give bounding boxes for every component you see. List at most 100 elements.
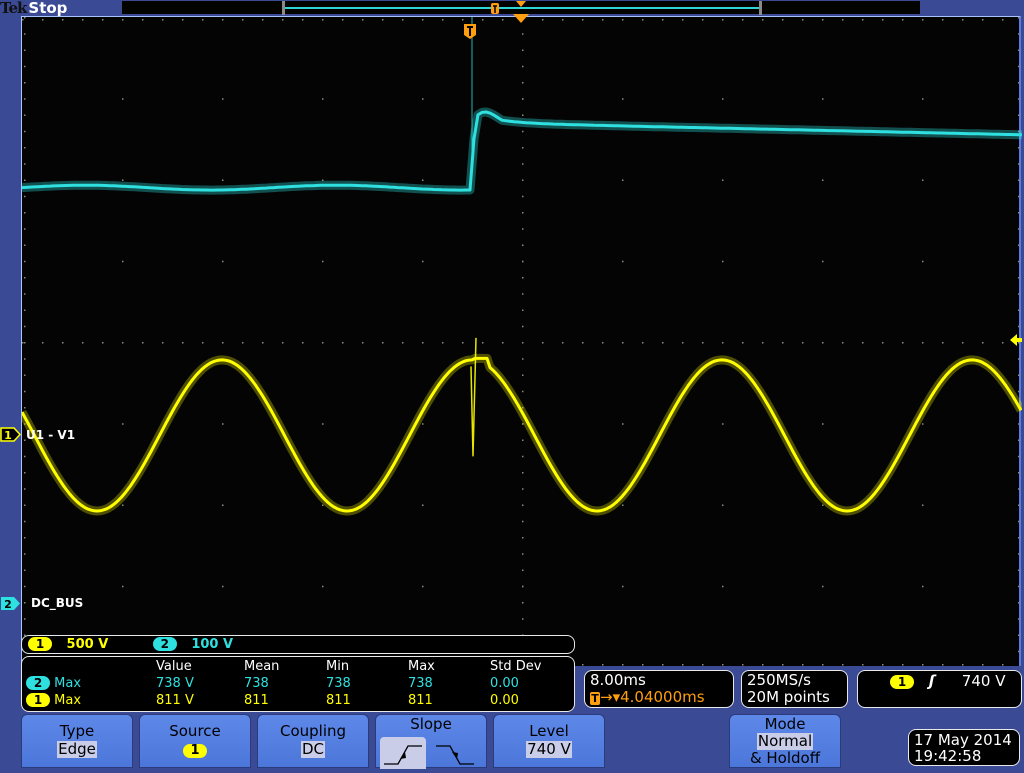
left-edge-tick: [24, 374, 26, 376]
grid-dot: [122, 179, 124, 181]
center-h-axis-tick: [702, 342, 704, 344]
center-h-axis-tick: [282, 342, 284, 344]
softkey-type-value: Edge: [57, 740, 97, 758]
sample-rate: 250MS/s: [747, 671, 811, 689]
measurement-max: 811: [408, 693, 433, 708]
grid-dot: [422, 585, 424, 588]
softkey-coupling[interactable]: Coupling DC: [257, 714, 369, 768]
expansion-marker-icon[interactable]: [513, 14, 529, 23]
bottom-edge-tick: [902, 664, 904, 666]
left-edge-tick: [24, 195, 26, 198]
grid-dot: [622, 585, 624, 588]
bottom-edge-tick: [602, 664, 604, 666]
measurement-row[interactable]: 2 Max 738 V 738 738 738 0.00: [26, 675, 570, 692]
bottom-edge-tick: [1002, 664, 1004, 666]
top-edge-tick: [562, 19, 564, 21]
grid-dot: [922, 260, 924, 263]
expansion-point-icon: [516, 1, 526, 7]
channel-1-trace: [22, 356, 1022, 513]
run-state[interactable]: Stop: [28, 0, 67, 17]
center-v-axis-tick: [522, 520, 524, 523]
center-v-axis-tick: [522, 358, 524, 360]
softkey-source-value: 1: [183, 744, 207, 758]
right-edge-tick: [1018, 634, 1020, 636]
waveform-display[interactable]: [21, 16, 1022, 666]
channel-2-ground-marker[interactable]: 2: [0, 596, 21, 611]
center-h-axis-tick: [1002, 342, 1004, 344]
center-v-axis-tick: [522, 65, 524, 68]
measurement-mean: 811: [244, 693, 269, 708]
center-h-axis-tick: [542, 342, 544, 344]
left-edge-tick: [24, 17, 26, 19]
softkey-slope[interactable]: Slope: [375, 714, 487, 769]
grid-dot: [422, 98, 424, 100]
center-v-axis-tick: [522, 293, 524, 295]
slope-falling-option[interactable]: [432, 737, 478, 769]
center-h-axis-tick: [762, 342, 764, 344]
grid-dot: [322, 98, 324, 100]
center-v-axis-tick: [522, 98, 524, 100]
right-edge-tick: [1018, 325, 1020, 328]
center-h-axis-tick: [362, 342, 364, 344]
top-edge-tick: [422, 19, 424, 21]
channel-2-label: DC_BUS: [31, 596, 84, 610]
trigger-readout[interactable]: 1 ʃ 740 V: [857, 670, 1022, 708]
top-edge-tick: [842, 19, 844, 21]
top-edge-tick: [102, 19, 104, 21]
right-edge-tick: [1018, 358, 1020, 360]
falling-edge-icon: [436, 745, 474, 765]
left-edge-tick: [24, 537, 26, 539]
softkey-mode-extra: & Holdoff: [749, 749, 821, 767]
right-edge-tick: [1018, 33, 1020, 35]
record-window-indicator[interactable]: [282, 1, 762, 15]
center-h-axis-tick: [562, 342, 564, 344]
grid-dot: [722, 504, 724, 506]
center-h-axis-tick: [222, 342, 224, 344]
center-h-axis-tick: [22, 342, 24, 344]
measurement-name: Max: [54, 676, 82, 691]
center-h-axis-tick: [662, 342, 664, 344]
channel-1-ground-marker[interactable]: 1: [0, 427, 21, 442]
measurement-name: Max: [54, 693, 82, 708]
measurement-header-row: Value Mean Min Max Std Dev: [26, 658, 570, 675]
softkey-source[interactable]: Source 1: [139, 714, 251, 768]
right-edge-tick: [1018, 455, 1020, 458]
center-v-axis-tick: [522, 212, 524, 214]
trigger-level-icon[interactable]: [1010, 334, 1022, 346]
center-v-axis-tick: [522, 569, 524, 571]
softkey-type[interactable]: Type Edge: [21, 714, 133, 768]
channel-2-badge: 2: [152, 637, 177, 651]
bottom-edge-tick: [922, 664, 924, 666]
channel-1-scale[interactable]: 1 500 V: [28, 637, 113, 652]
channel-2-trace: [22, 110, 1022, 192]
top-edge-tick: [282, 19, 284, 21]
channel-1-scale-value: 500 V: [66, 637, 109, 652]
measurement-value: 738 V: [156, 676, 194, 691]
center-h-axis-tick: [302, 342, 304, 344]
center-h-axis-tick: [822, 342, 824, 344]
acquisition-readout[interactable]: 250MS/s 20M points: [741, 670, 848, 708]
top-edge-tick: [182, 19, 184, 21]
measurement-row[interactable]: 1 Max 811 V 811 811 811 0.00: [26, 692, 570, 709]
center-v-axis-tick: [522, 618, 524, 620]
channel-2-scale[interactable]: 2 100 V: [152, 637, 233, 652]
left-edge-tick: [24, 130, 26, 133]
softkey-level-header: Level: [529, 722, 569, 740]
date-time-display[interactable]: 17 May 2014 19:42:58: [908, 729, 1020, 766]
softkey-mode[interactable]: Mode Normal & Holdoff: [729, 714, 841, 768]
grid-dot: [222, 260, 224, 263]
top-edge-tick: [322, 19, 324, 21]
trigger-position-icon[interactable]: [463, 24, 478, 40]
slope-rising-option[interactable]: [380, 737, 426, 769]
trigger-position-glyph-icon: T: [590, 692, 600, 705]
softkey-level[interactable]: Level 740 V: [493, 714, 605, 768]
left-edge-tick: [24, 260, 26, 263]
grid-dot: [722, 585, 724, 588]
center-v-axis-tick: [522, 488, 524, 490]
center-h-axis-tick: [262, 342, 264, 344]
right-edge-tick: [1018, 537, 1020, 539]
right-edge-tick: [1018, 228, 1020, 230]
horizontal-readout[interactable]: 8.00ms T→▾4.04000ms: [584, 670, 734, 708]
channel-1-label: U1 - V1: [26, 428, 76, 442]
left-edge-tick: [24, 390, 26, 393]
